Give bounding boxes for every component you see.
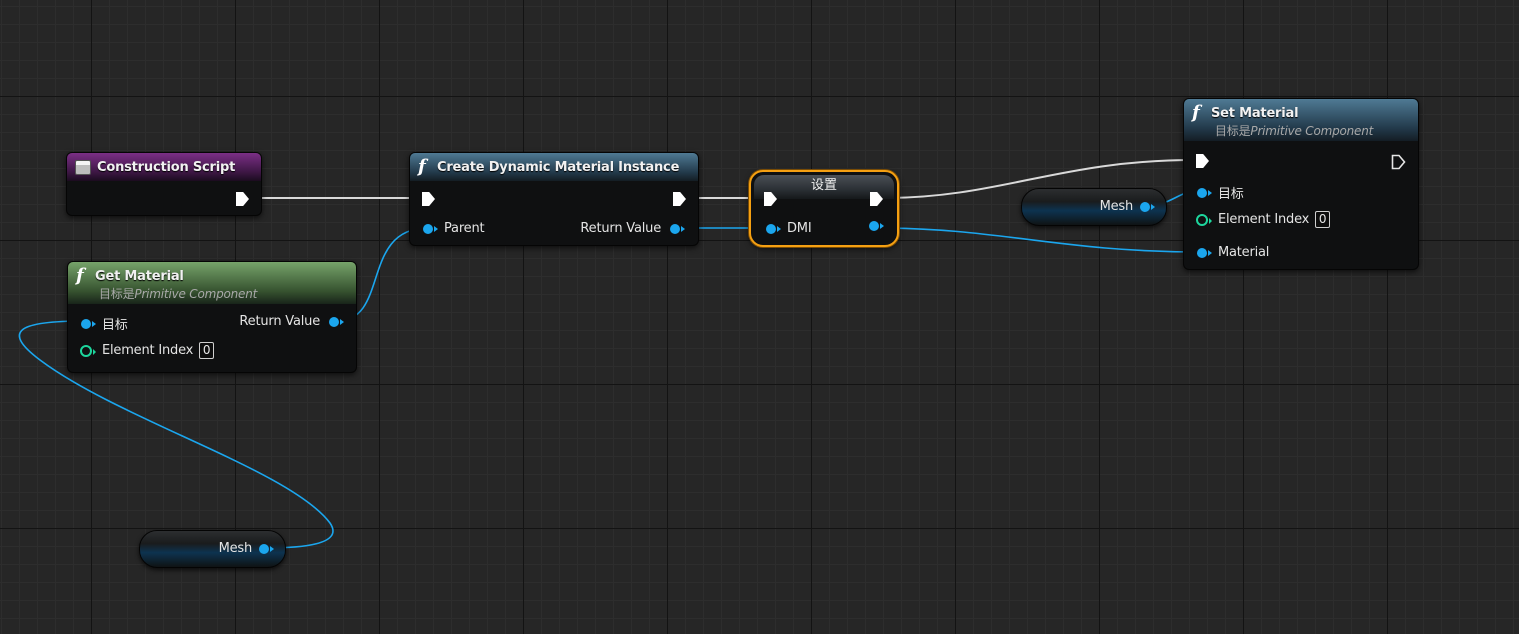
exec-in-pin[interactable]	[1196, 154, 1209, 168]
object-pin-icon[interactable]	[869, 221, 884, 231]
function-icon: f	[76, 265, 84, 286]
object-pin-icon[interactable]	[259, 543, 274, 554]
node-title: Create Dynamic Material Instance	[437, 159, 680, 175]
exec-pin-icon[interactable]	[764, 192, 777, 206]
pin-label: Return Value	[580, 221, 661, 236]
node-header: f Set Material 目标是Primitive Component	[1184, 99, 1418, 141]
exec-pin-icon[interactable]	[422, 192, 435, 206]
dmi-input-pin[interactable]: DMI	[766, 221, 812, 236]
return-value-output-pin[interactable]: Return Value	[580, 221, 685, 236]
exec-pin-icon[interactable]	[1391, 154, 1406, 170]
pin-label: Material	[1218, 245, 1270, 260]
exec-in-pin[interactable]	[764, 192, 777, 206]
exec-out-pin[interactable]	[236, 192, 249, 206]
parent-input-pin[interactable]: Parent	[423, 221, 485, 236]
element-index-input-pin[interactable]: Element Index 0	[80, 342, 215, 359]
pin-label: Return Value	[239, 314, 320, 329]
create-dynamic-material-instance-node[interactable]: f Create Dynamic Material Instance Paren…	[409, 152, 699, 246]
exec-pin-icon[interactable]	[236, 192, 249, 206]
pin-label: Parent	[444, 221, 485, 236]
pin-label: DMI	[787, 221, 812, 236]
object-pin-icon[interactable]	[81, 318, 96, 329]
get-material-node[interactable]: f Get Material 目标是Primitive Component 目标…	[67, 261, 357, 373]
variable-label: Mesh	[218, 541, 253, 556]
exec-out-pin[interactable]	[870, 192, 883, 206]
node-subtitle: 目标是Primitive Component	[99, 287, 258, 301]
object-pin-icon[interactable]	[670, 223, 685, 234]
construction-script-node[interactable]: Construction Script	[66, 152, 262, 216]
node-title: Construction Script	[97, 159, 236, 175]
exec-pin-icon[interactable]	[1196, 154, 1209, 168]
integer-pin-icon[interactable]	[1196, 213, 1212, 226]
exec-pin-icon[interactable]	[673, 192, 686, 206]
event-icon	[75, 159, 91, 175]
node-title: Get Material	[95, 268, 184, 284]
set-dmi-node[interactable]: 设置 DMI	[749, 170, 899, 247]
object-pin-icon[interactable]	[1140, 201, 1155, 212]
pin-label: Element Index	[1218, 212, 1310, 227]
return-value-output-pin[interactable]: Return Value	[239, 314, 344, 329]
object-pin-icon[interactable]	[766, 223, 781, 234]
node-title: Set Material	[1211, 105, 1299, 121]
node-header: f Get Material 目标是Primitive Component	[68, 262, 356, 304]
exec-out-pin[interactable]	[673, 192, 686, 206]
pin-label: 目标	[102, 318, 128, 333]
object-pin-icon[interactable]	[329, 316, 344, 327]
target-input-pin[interactable]: 目标	[1197, 183, 1244, 202]
node-header: Construction Script	[67, 153, 261, 181]
pin-label: Element Index	[102, 343, 194, 358]
pin-label: 目标	[1218, 187, 1244, 202]
node-subtitle: 目标是Primitive Component	[1215, 124, 1374, 138]
exec-pin-icon[interactable]	[870, 192, 883, 206]
dmi-output-pin[interactable]	[869, 221, 884, 231]
object-pin-icon[interactable]	[1197, 187, 1212, 198]
element-index-field[interactable]: 0	[199, 342, 215, 359]
object-pin-icon[interactable]	[1197, 247, 1212, 258]
mesh-output-pin[interactable]: Mesh	[218, 541, 274, 556]
exec-out-pin[interactable]	[1391, 154, 1406, 170]
function-icon: f	[1192, 102, 1200, 123]
data-wire-dmi-to-material[interactable]	[877, 227, 1202, 253]
node-header: f Create Dynamic Material Instance	[410, 153, 698, 181]
mesh-variable-node-top[interactable]: Mesh	[1021, 188, 1167, 226]
variable-label: Mesh	[1099, 199, 1134, 214]
element-index-field[interactable]: 0	[1315, 211, 1331, 228]
mesh-variable-node-bottom[interactable]: Mesh	[139, 530, 286, 568]
set-material-node[interactable]: f Set Material 目标是Primitive Component 目标…	[1183, 98, 1419, 270]
element-index-input-pin[interactable]: Element Index 0	[1196, 211, 1331, 228]
exec-in-pin[interactable]	[422, 192, 435, 206]
material-input-pin[interactable]: Material	[1197, 245, 1269, 260]
object-pin-icon[interactable]	[423, 223, 438, 234]
function-icon: f	[418, 156, 426, 177]
integer-pin-icon[interactable]	[80, 344, 96, 357]
mesh-output-pin[interactable]: Mesh	[1099, 199, 1155, 214]
target-input-pin[interactable]: 目标	[81, 314, 128, 333]
